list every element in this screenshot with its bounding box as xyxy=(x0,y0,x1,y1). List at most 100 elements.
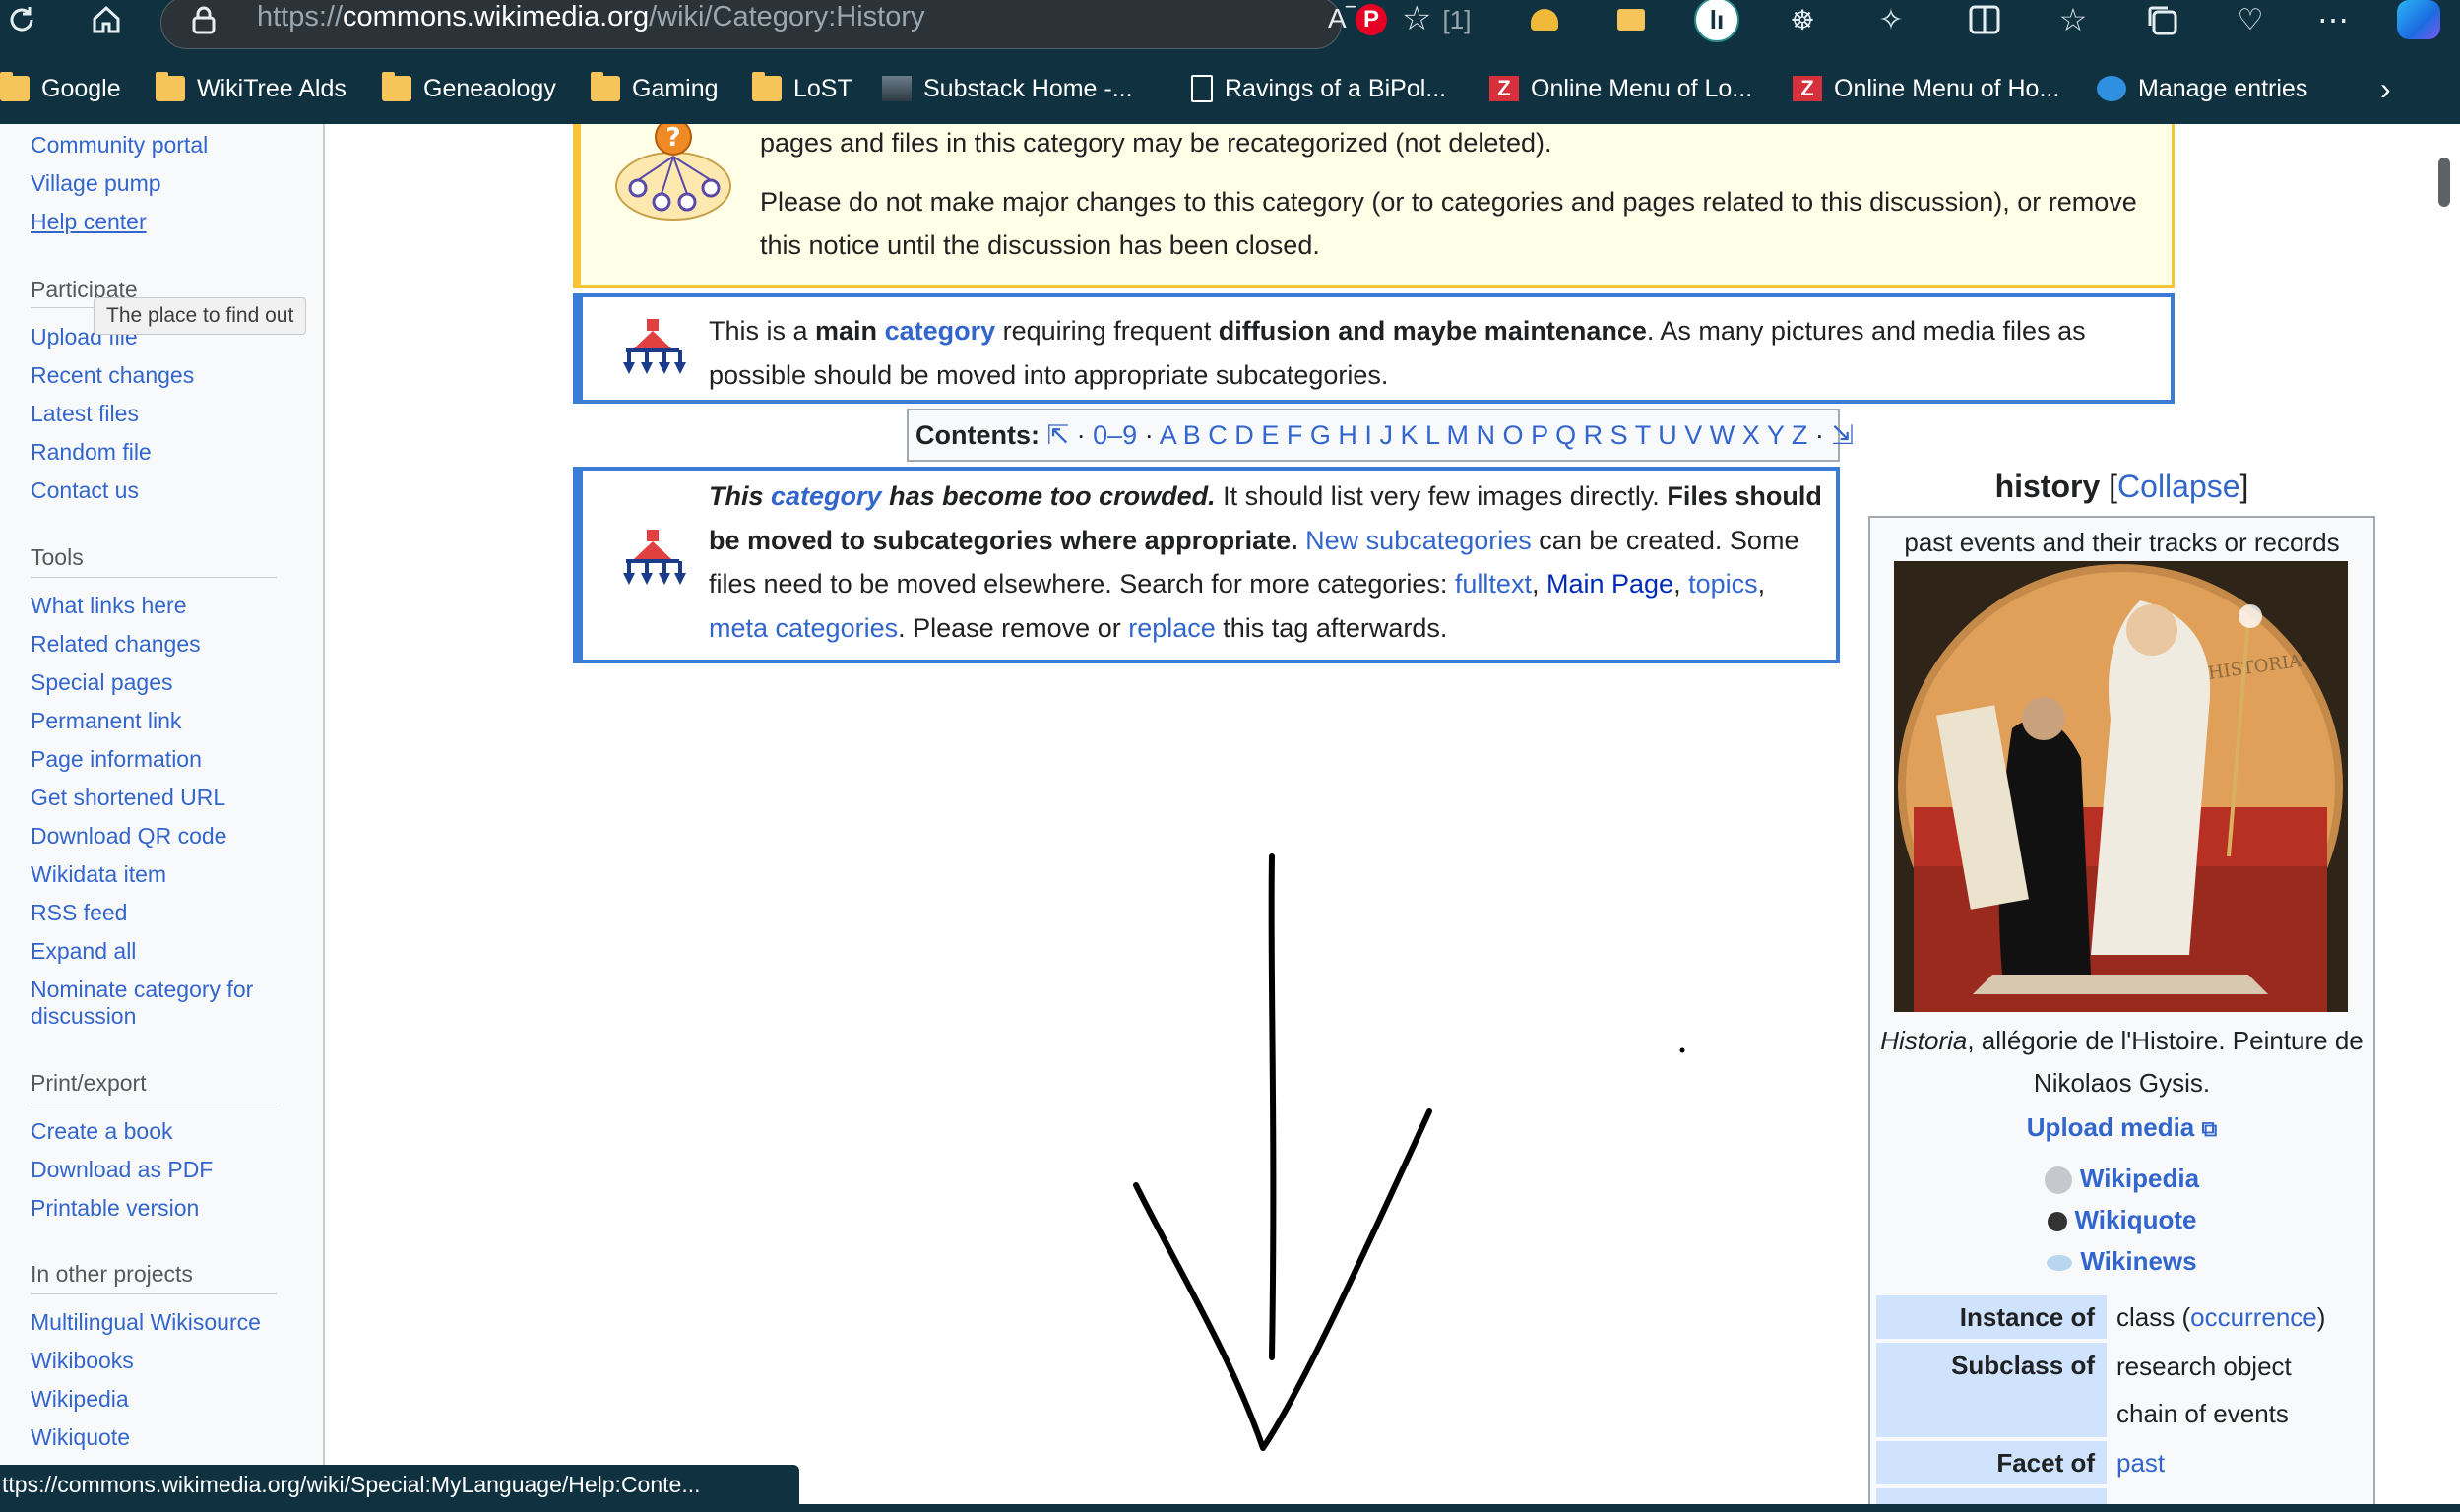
bookmark-google[interactable]: Google xyxy=(0,65,121,112)
sidebar-item-rss-feed[interactable]: RSS feed xyxy=(31,900,127,926)
historia-painting[interactable]: HISTORIA xyxy=(1894,561,2348,1012)
occurrence-link[interactable]: occurrence xyxy=(2190,1302,2317,1332)
contents-link-e[interactable]: E xyxy=(1261,420,1279,450)
sidebar-item-village-pump[interactable]: Village pump xyxy=(31,170,161,197)
active-extension-icon[interactable]: lı xyxy=(1693,0,1740,42)
contents-top-link[interactable]: ⇱ xyxy=(1047,420,1070,450)
fulltext-link[interactable]: fulltext xyxy=(1455,569,1532,598)
main-page-link[interactable]: Main Page xyxy=(1546,569,1673,598)
sidebar-item-qr-code[interactable]: Download QR code xyxy=(31,823,226,850)
contents-link-y[interactable]: Y xyxy=(1767,420,1785,450)
sidebar-item-special-pages[interactable]: Special pages xyxy=(31,669,173,696)
favorites-icon[interactable]: ☆ xyxy=(2055,0,2091,39)
contents-link-w[interactable]: W xyxy=(1710,420,1735,450)
sidebar-item-related-changes[interactable]: Related changes xyxy=(31,631,201,658)
bookmark-lost[interactable]: LoST xyxy=(752,65,852,112)
project-link-wikipedia[interactable]: Wikipedia xyxy=(1870,1164,2373,1195)
sidebar-item-wikibooks[interactable]: Wikibooks xyxy=(31,1348,134,1374)
contents-link-j[interactable]: J xyxy=(1379,420,1393,450)
bookmark-menu-ho[interactable]: Z Online Menu of Ho... xyxy=(1793,65,2059,112)
address-bar[interactable]: https://commons.wikimedia.org/wiki/Categ… xyxy=(160,0,1431,49)
collections-icon[interactable] xyxy=(2144,0,2179,39)
bookmark-gaming[interactable]: Gaming xyxy=(591,65,719,112)
sidebar-item-wikisource[interactable]: Multilingual Wikisource xyxy=(31,1309,261,1336)
contents-link-v[interactable]: V xyxy=(1684,420,1702,450)
sidebar-item-community-portal[interactable]: Community portal xyxy=(31,132,208,158)
contents-link-b[interactable]: B xyxy=(1183,420,1201,450)
contents-link-d[interactable]: D xyxy=(1234,420,1254,450)
home-icon[interactable] xyxy=(87,0,126,39)
contents-link-o[interactable]: O xyxy=(1503,420,1524,450)
tab-counter[interactable]: [1] xyxy=(1437,0,1477,39)
folder-ext-icon[interactable] xyxy=(1614,0,1648,39)
replace-link[interactable]: replace xyxy=(1128,613,1216,643)
contents-link-m[interactable]: M xyxy=(1447,420,1470,450)
sidebar-item-expand-all[interactable]: Expand all xyxy=(31,938,136,965)
contents-link-u[interactable]: U xyxy=(1658,420,1677,450)
sidebar-item-recent-changes[interactable]: Recent changes xyxy=(31,362,194,389)
sidebar-item-permanent-link[interactable]: Permanent link xyxy=(31,708,181,734)
sidebar-item-printable-version[interactable]: Printable version xyxy=(31,1195,199,1222)
new-subcategories-link[interactable]: New subcategories xyxy=(1305,526,1532,555)
contents-link-p[interactable]: P xyxy=(1531,420,1548,450)
copilot-icon[interactable] xyxy=(2394,0,2443,39)
contents-link-t[interactable]: T xyxy=(1635,420,1651,450)
contents-link-s[interactable]: S xyxy=(1610,420,1628,450)
project-link-wikiquote[interactable]: Wikiquote xyxy=(1870,1205,2373,1235)
contents-link-g[interactable]: G xyxy=(1310,420,1331,450)
bookmark-menu-lo[interactable]: Z Online Menu of Lo... xyxy=(1489,65,1752,112)
topics-link[interactable]: topics xyxy=(1688,569,1758,598)
bookmark-ravings[interactable]: Ravings of a BiPol... xyxy=(1191,65,1446,112)
pinterest-icon[interactable]: P xyxy=(1355,0,1388,39)
favorite-star-icon[interactable]: ☆ xyxy=(1402,0,1431,38)
sidebar-item-nominate-category-cont[interactable]: discussion xyxy=(31,1003,136,1030)
sidebar-item-shortened-url[interactable]: Get shortened URL xyxy=(31,785,225,811)
contents-link-l[interactable]: L xyxy=(1425,420,1439,450)
contents-link-a[interactable]: A xyxy=(1160,420,1176,450)
contents-link-x[interactable]: X xyxy=(1742,420,1760,450)
contents-link-q[interactable]: Q xyxy=(1555,420,1576,450)
bookmarks-overflow-chevron-icon[interactable]: › xyxy=(2380,65,2391,112)
bug-extension-icon[interactable]: ☸ xyxy=(1785,0,1820,39)
sidebar-item-random-file[interactable]: Random file xyxy=(31,439,152,466)
contents-bottom-link[interactable]: ⇲ xyxy=(1831,420,1854,450)
page-scrollbar[interactable] xyxy=(2429,124,2460,1504)
contents-link-h[interactable]: H xyxy=(1338,420,1357,450)
contents-link-i[interactable]: I xyxy=(1364,420,1372,450)
contents-link-f[interactable]: F xyxy=(1287,420,1303,450)
bookmark-substack[interactable]: Substack Home -... xyxy=(882,65,1133,112)
project-link-wikinews[interactable]: Wikinews xyxy=(1870,1246,2373,1277)
sidebar-item-contact-us[interactable]: Contact us xyxy=(31,477,139,504)
past-link[interactable]: past xyxy=(2116,1448,2165,1478)
contents-link-k[interactable]: K xyxy=(1400,420,1418,450)
contents-link-n[interactable]: N xyxy=(1477,420,1496,450)
contents-link-z[interactable]: Z xyxy=(1792,420,1808,450)
sidebar-item-download-pdf[interactable]: Download as PDF xyxy=(31,1157,213,1183)
upload-media-link[interactable]: Upload media ⧉ xyxy=(1870,1112,2373,1143)
category-link[interactable]: category xyxy=(885,316,996,346)
bookmark-manage-entries[interactable]: Manage entries xyxy=(2097,65,2307,112)
infobox-collapse-link[interactable]: Collapse xyxy=(2117,469,2240,504)
sidebar-item-wikipedia[interactable]: Wikipedia xyxy=(31,1386,129,1413)
sidebar-item-nominate-category[interactable]: Nominate category for xyxy=(31,976,253,1003)
sidebar-item-wikiquote[interactable]: Wikiquote xyxy=(31,1424,130,1451)
browser-essentials-icon[interactable]: ♡ xyxy=(2233,0,2268,39)
extension-icon[interactable] xyxy=(1528,0,1561,39)
bookmark-geneaology[interactable]: Geneaology xyxy=(382,65,556,112)
scrollbar-thumb[interactable] xyxy=(2438,158,2450,207)
bookmark-wikitree[interactable]: WikiTree Alds xyxy=(156,65,347,112)
contents-link-digits[interactable]: 0–9 xyxy=(1093,420,1137,450)
contents-link-r[interactable]: R xyxy=(1584,420,1604,450)
sidebar-item-what-links-here[interactable]: What links here xyxy=(31,593,187,619)
sidebar-item-create-book[interactable]: Create a book xyxy=(31,1118,172,1145)
meta-categories-link[interactable]: meta categories xyxy=(709,613,898,643)
sidebar-item-page-information[interactable]: Page information xyxy=(31,746,202,773)
contents-link-c[interactable]: C xyxy=(1208,420,1228,450)
read-aloud-icon[interactable]: A‾ xyxy=(1328,0,1356,38)
sidebar-item-wikidata-item[interactable]: Wikidata item xyxy=(31,861,166,888)
sidebar-item-help-center[interactable]: Help center xyxy=(31,209,147,235)
reload-icon[interactable] xyxy=(2,0,41,39)
sidebar-item-latest-files[interactable]: Latest files xyxy=(31,401,139,427)
category-link[interactable]: category xyxy=(771,481,882,511)
split-screen-icon[interactable] xyxy=(1967,0,2002,39)
